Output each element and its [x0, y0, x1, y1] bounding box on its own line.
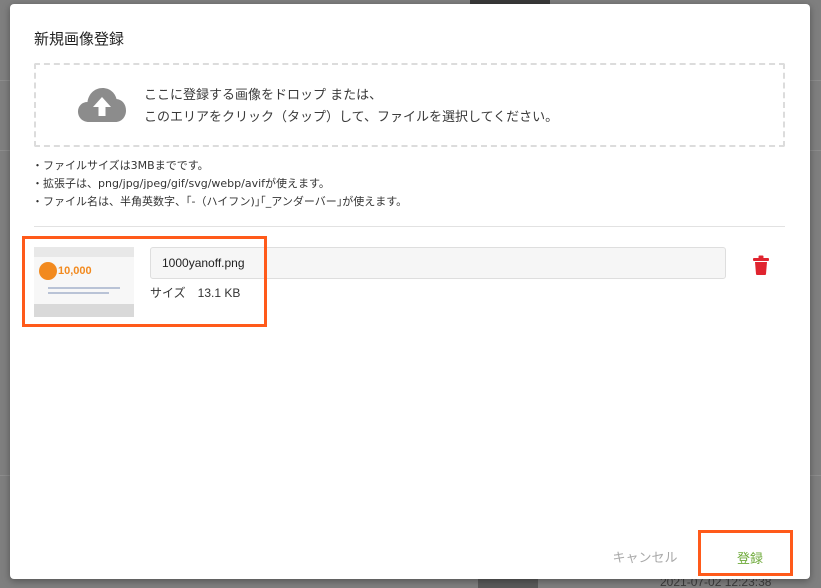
dropzone-line-2: このエリアをクリック（タップ）して、ファイルを選択してください。	[144, 110, 559, 125]
divider	[34, 226, 785, 227]
new-image-dialog: 新規画像登録 ここに登録する画像をドロップ または、 このエリアをクリック（タッ…	[10, 4, 810, 579]
dialog-title: 新規画像登録	[34, 30, 125, 48]
thumbnail-badge	[39, 262, 57, 280]
note-item: ・拡張子は、png/jpg/jpeg/gif/svg/webp/avifが使えま…	[32, 177, 330, 190]
note-item: ・ファイルサイズは3MBまでです。	[32, 159, 209, 172]
background-thumbnail	[478, 578, 538, 588]
register-button[interactable]: 登録	[701, 539, 799, 575]
file-thumbnail: 10,000	[34, 247, 134, 317]
dropzone-instructions: ここに登録する画像をドロップ または、 このエリアをクリック（タップ）して、ファ…	[144, 85, 558, 129]
upload-notes: ・ファイルサイズは3MBまでです。 ・拡張子は、png/jpg/jpeg/gif…	[32, 157, 407, 211]
filename-input[interactable]	[150, 247, 726, 279]
file-size-label: サイズ	[150, 286, 186, 300]
note-item: ・ファイル名は、半角英数字、｢-（ハイフン)｣｢_アンダーバー｣が使えます。	[32, 195, 408, 208]
dropzone-line-1: ここに登録する画像をドロップ または、	[144, 88, 383, 103]
file-size-value: 13.1 KB	[197, 286, 241, 300]
file-dropzone[interactable]: ここに登録する画像をドロップ または、 このエリアをクリック（タップ）して、ファ…	[34, 63, 785, 147]
cancel-button[interactable]: キャンセル	[600, 542, 690, 570]
thumbnail-text: 10,000	[58, 265, 92, 277]
file-size: サイズ 13.1 KB	[150, 284, 240, 301]
cloud-upload-icon	[78, 88, 126, 122]
trash-icon[interactable]	[753, 255, 769, 275]
